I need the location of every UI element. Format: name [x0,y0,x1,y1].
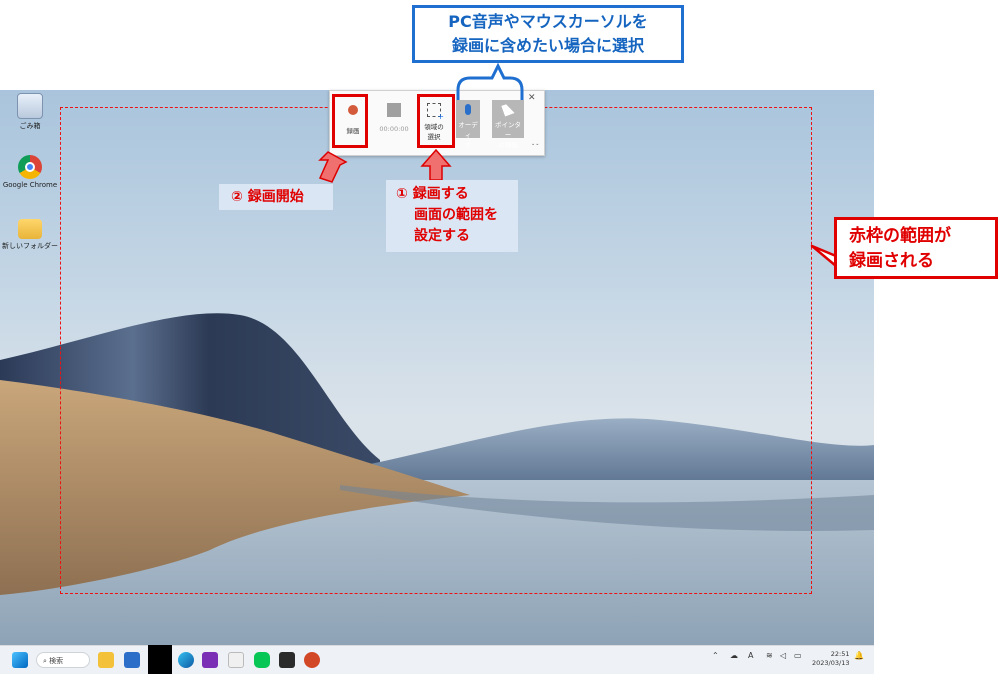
folder-icon [18,219,42,239]
taskbar: ⌕ 検索 ⌃ ☁ A ≋ ◁ ▭ 22:51 2023/03/13 🔔 [0,645,874,674]
terminal-icon[interactable] [279,652,295,668]
line-app-icon[interactable] [254,652,270,668]
system-clock[interactable]: 22:51 2023/03/13 [812,650,849,668]
close-icon[interactable]: ✕ [528,93,536,103]
wifi-icon[interactable]: ≋ [766,651,773,660]
audio-label-2: オ [464,141,472,149]
battery-icon[interactable]: ▭ [794,651,802,660]
microphone-icon [465,104,471,115]
clock-time: 22:51 [830,650,850,658]
callout-line-1: PC音声やマウスカーソルを [448,12,648,31]
chrome-icon [18,155,42,179]
audio-toggle-button[interactable]: オーディ オ [456,100,480,149]
desktop-icon-label: Google Chrome [2,181,58,189]
record-button-highlight [332,94,368,148]
cloud-icon[interactable]: ☁ [730,651,738,660]
stop-button[interactable]: 00:00:00 [375,97,413,133]
stop-icon [387,103,401,117]
step-2-label: ② 録画開始 [219,184,333,210]
powerpoint-icon[interactable] [304,652,320,668]
black-app-tile[interactable] [148,645,172,674]
callout-red-line-2: 録画される [849,251,934,271]
callout-line-2: 録画に含めたい場合に選択 [451,36,644,55]
pointer-icon [501,102,515,117]
callout-red-line-1: 赤枠の範囲が [849,226,951,246]
step-1-line-3: 設定する [414,228,470,244]
taskbar-search-box[interactable]: ⌕ 検索 [36,652,90,668]
snipping-tool-icon[interactable] [228,652,244,668]
notification-bell-icon[interactable]: 🔔 [854,651,864,660]
desktop-icon-label: ごみ箱 [19,122,41,130]
recording-area-callout: 赤枠の範囲が 録画される [834,217,998,279]
start-icon[interactable] [12,652,28,668]
desktop-icon-folder[interactable]: 新しいフォルダー [0,215,60,251]
pointer-label-2: の録画 [498,141,518,149]
recording-timer: 00:00:00 [379,125,409,133]
audio-label: オーディ [458,121,478,139]
desktop-icon-recycle-bin[interactable]: ごみ箱 [0,93,60,131]
pointer-label: ポインター [495,121,521,139]
calendar-app-icon[interactable] [124,652,140,668]
clock-date: 2023/03/13 [812,659,850,667]
audio-pointer-callout: PC音声やマウスカーソルを 録画に含めたい場合に選択 [412,5,684,63]
file-explorer-icon[interactable] [98,652,114,668]
volume-icon[interactable]: ◁ [780,651,786,660]
expand-icon[interactable]: ⌄⌄ [531,141,539,147]
onenote-icon[interactable] [202,652,218,668]
step-1-line-2: 画面の範囲を [414,207,498,223]
edge-icon[interactable] [178,652,194,668]
step-1-line-1: ① 録画する [396,186,469,202]
recycle-bin-icon [17,93,43,119]
pointer-toggle-button[interactable]: ポインター の録画 [492,100,524,149]
search-label: 検索 [49,657,64,665]
select-area-highlight [417,94,455,148]
step-1-label: ① 録画する 画面の範囲を 設定する [386,180,518,252]
tray-chevron-icon[interactable]: ⌃ [712,651,719,660]
desktop-icon-label: 新しいフォルダー [2,242,58,250]
desktop-icon-chrome[interactable]: Google Chrome [0,155,60,189]
ime-indicator[interactable]: A [748,651,753,660]
